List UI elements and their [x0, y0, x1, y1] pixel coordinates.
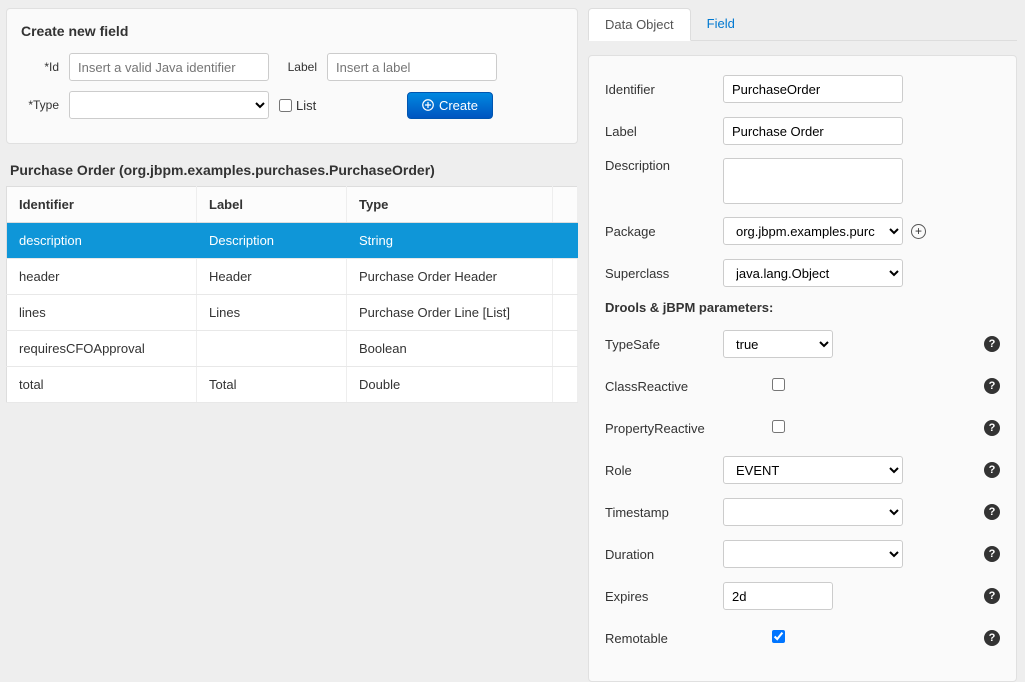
help-icon[interactable]: ? — [984, 420, 1000, 436]
cell-label — [197, 331, 347, 367]
cell-type: Double — [347, 367, 553, 403]
superclass-select[interactable]: java.lang.Object — [723, 259, 903, 287]
cell-identifier: requiresCFOApproval — [7, 331, 197, 367]
label-prop-input[interactable] — [723, 117, 903, 145]
typesafe-label: TypeSafe — [605, 337, 723, 352]
cell-label: Description — [197, 223, 347, 259]
cell-label: Header — [197, 259, 347, 295]
list-checkbox-label: List — [296, 98, 316, 113]
cell-identifier: lines — [7, 295, 197, 331]
duration-label: Duration — [605, 547, 723, 562]
label-input[interactable] — [327, 53, 497, 81]
expires-label: Expires — [605, 589, 723, 604]
fields-table-title: Purchase Order (org.jbpm.examples.purcha… — [10, 162, 578, 178]
cell-identifier: header — [7, 259, 197, 295]
table-row[interactable]: requiresCFOApproval Boolean — [7, 331, 578, 367]
help-icon[interactable]: ? — [984, 462, 1000, 478]
cell-actions — [553, 331, 578, 367]
tab-data-object[interactable]: Data Object — [588, 8, 691, 41]
data-object-panel: Identifier Label Description Package org… — [588, 55, 1017, 682]
expires-input[interactable] — [723, 582, 833, 610]
col-type[interactable]: Type — [347, 187, 553, 223]
cell-actions — [553, 295, 578, 331]
remotable-label: Remotable — [605, 631, 723, 646]
col-identifier[interactable]: Identifier — [7, 187, 197, 223]
superclass-label: Superclass — [605, 266, 723, 281]
duration-select[interactable] — [723, 540, 903, 568]
help-icon[interactable]: ? — [984, 378, 1000, 394]
create-field-panel: Create new field *Id Label *Type List Cr… — [6, 8, 578, 144]
identifier-input[interactable] — [723, 75, 903, 103]
package-label: Package — [605, 224, 723, 239]
cell-identifier: total — [7, 367, 197, 403]
help-icon[interactable]: ? — [984, 504, 1000, 520]
cell-identifier: description — [7, 223, 197, 259]
role-select[interactable]: EVENT — [723, 456, 903, 484]
cell-actions — [553, 223, 578, 259]
cell-type: Purchase Order Header — [347, 259, 553, 295]
cell-type: Purchase Order Line [List] — [347, 295, 553, 331]
package-select[interactable]: org.jbpm.examples.purc — [723, 217, 903, 245]
cell-label: Lines — [197, 295, 347, 331]
timestamp-select[interactable] — [723, 498, 903, 526]
propreactive-checkbox[interactable] — [772, 420, 785, 433]
classreactive-label: ClassReactive — [605, 379, 723, 394]
tab-field[interactable]: Field — [691, 8, 751, 40]
label-label: Label — [269, 60, 327, 74]
cell-actions — [553, 367, 578, 403]
right-tabs: Data Object Field — [588, 8, 1017, 41]
id-label: *Id — [21, 60, 69, 74]
table-row[interactable]: totalTotalDouble — [7, 367, 578, 403]
propreactive-label: PropertyReactive — [605, 421, 723, 436]
fields-table: Identifier Label Type descriptionDescrip… — [6, 186, 578, 403]
cell-label: Total — [197, 367, 347, 403]
cell-type: Boolean — [347, 331, 553, 367]
type-select[interactable] — [69, 91, 269, 119]
add-package-icon[interactable]: + — [911, 224, 926, 239]
plus-circle-icon — [422, 99, 434, 111]
col-label[interactable]: Label — [197, 187, 347, 223]
timestamp-label: Timestamp — [605, 505, 723, 520]
help-icon[interactable]: ? — [984, 630, 1000, 646]
cell-actions — [553, 259, 578, 295]
role-label: Role — [605, 463, 723, 478]
help-icon[interactable]: ? — [984, 336, 1000, 352]
identifier-label: Identifier — [605, 82, 723, 97]
typesafe-select[interactable]: true — [723, 330, 833, 358]
id-input[interactable] — [69, 53, 269, 81]
table-row[interactable]: descriptionDescriptionString — [7, 223, 578, 259]
type-label: *Type — [21, 98, 69, 112]
col-actions — [553, 187, 578, 223]
drools-section-title: Drools & jBPM parameters: — [605, 300, 1000, 315]
table-row[interactable]: headerHeaderPurchase Order Header — [7, 259, 578, 295]
table-row[interactable]: linesLinesPurchase Order Line [List] — [7, 295, 578, 331]
remotable-checkbox[interactable] — [772, 630, 785, 643]
help-icon[interactable]: ? — [984, 546, 1000, 562]
description-input[interactable] — [723, 158, 903, 204]
list-checkbox[interactable] — [279, 99, 292, 112]
classreactive-checkbox[interactable] — [772, 378, 785, 391]
description-label: Description — [605, 158, 723, 173]
list-checkbox-wrap[interactable]: List — [279, 98, 316, 113]
label-prop-label: Label — [605, 124, 723, 139]
create-field-title: Create new field — [21, 23, 563, 39]
help-icon[interactable]: ? — [984, 588, 1000, 604]
cell-type: String — [347, 223, 553, 259]
create-button[interactable]: Create — [407, 92, 493, 119]
